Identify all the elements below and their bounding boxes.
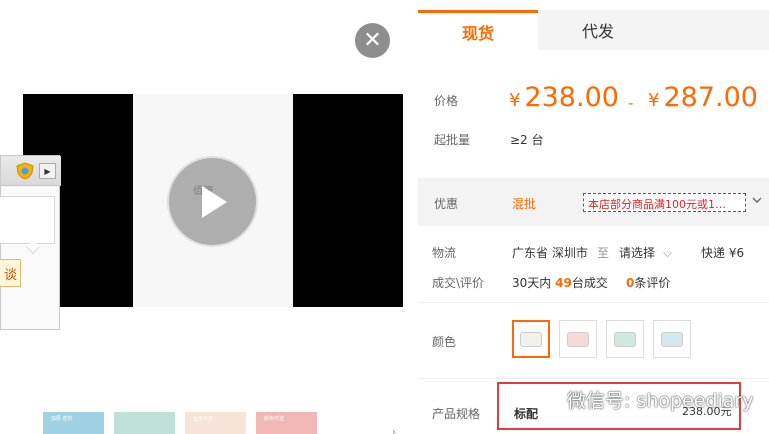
swatch-product-image — [520, 331, 542, 347]
shipping-origin: 广东省 深圳市 — [512, 246, 588, 260]
currency-symbol: ¥ — [509, 90, 521, 111]
thumbnail-caption: 加厚 密封 — [51, 416, 73, 422]
shipping-method: 快递 ¥6 — [701, 246, 745, 260]
swatch-product-image — [567, 331, 589, 347]
color-swatch[interactable] — [512, 320, 550, 358]
tab-in-stock[interactable]: 现货 — [418, 10, 538, 50]
popup-chat-button[interactable]: 谈 — [0, 259, 21, 287]
divider — [418, 378, 769, 379]
price-high: ¥287.00 — [648, 82, 758, 113]
promo-label: 优惠 — [434, 197, 459, 211]
chevron-down-icon: ⌵ — [663, 246, 673, 260]
promo-coupon[interactable]: 本店部分商品满100元或1… — [583, 193, 746, 212]
deals-label: 成交\评价 — [432, 276, 485, 290]
chevron-right-icon[interactable]: › — [392, 427, 396, 434]
currency-symbol: ¥ — [648, 90, 660, 111]
moq-value: ≥2 台 — [510, 133, 544, 147]
media-viewer: ✕ 佰源 ▶ 谈 加厚 密封全身水洗颜色可选 › — [0, 0, 410, 434]
price-row: 价格 ¥238.00 - ¥287.00 — [418, 80, 769, 120]
color-swatch[interactable] — [606, 320, 644, 358]
swatch-product-image — [661, 331, 683, 347]
product-panel: 现货 代发 价格 ¥238.00 - ¥287.00 起批量 ≥2 台 优惠 混… — [418, 0, 769, 434]
divider — [418, 302, 769, 303]
moq-label: 起批量 — [434, 133, 471, 147]
popup-message-input[interactable] — [0, 196, 55, 244]
swatch-product-image — [614, 331, 636, 347]
color-label: 颜色 — [432, 335, 457, 349]
price-separator: - — [628, 94, 634, 112]
spec-price: 238.00元 — [682, 405, 732, 418]
shipping-destination-select[interactable]: 请选择 ⌵ — [619, 244, 672, 261]
popup-titlebar: ▶ — [1, 156, 61, 186]
thumbnail[interactable]: 全身水洗 — [185, 412, 246, 434]
review-suffix: 条评价 — [634, 276, 671, 290]
thumbnail-strip: 加厚 密封 全身水洗 颜色可选 — [43, 412, 317, 434]
price-low: ¥238.00 — [509, 82, 619, 113]
thumbnail[interactable]: 加厚 密封 — [43, 412, 104, 434]
color-swatch[interactable] — [559, 320, 597, 358]
thumbnail[interactable]: 颜色可选 — [256, 412, 317, 434]
price-high-value: 287.00 — [663, 82, 758, 113]
promo-row: 优惠 混批 本店部分商品满100元或1… — [418, 178, 769, 226]
spec-name[interactable]: 标配 — [514, 405, 538, 422]
spec-label: 产品规格 — [432, 407, 481, 421]
shield-icon — [16, 162, 34, 180]
tab-bar: 现货 代发 — [418, 10, 769, 50]
video-letterbox-right — [293, 94, 403, 307]
price-low-value: 238.00 — [524, 82, 619, 113]
deals-value: 30天内 49台成交 — [512, 274, 608, 291]
deals-count: 49 — [555, 276, 572, 290]
deals-suffix: 台成交 — [571, 276, 608, 290]
chevron-down-icon[interactable] — [752, 194, 762, 207]
shipping-select-label: 请选择 — [619, 246, 656, 260]
color-swatches — [512, 320, 691, 358]
thumbnail[interactable] — [114, 412, 175, 434]
review-link[interactable]: 0条评价 — [626, 274, 670, 291]
shipping-label: 物流 — [432, 246, 457, 260]
chat-popup: ▶ 谈 — [0, 155, 61, 330]
thumbnail-caption: 颜色可选 — [264, 416, 285, 422]
thumbnail-caption: 全身水洗 — [193, 416, 214, 422]
promo-tag: 混批 — [512, 197, 537, 211]
price-label: 价格 — [434, 94, 459, 108]
deals-prefix: 30天内 — [512, 276, 552, 290]
close-icon[interactable]: ✕ — [355, 23, 390, 58]
play-icon[interactable] — [167, 156, 258, 247]
shipping-to-text: 至 — [597, 246, 610, 260]
popup-arrow-icon[interactable]: ▶ — [39, 163, 56, 179]
color-swatch[interactable] — [653, 320, 691, 358]
tab-dropship[interactable]: 代发 — [538, 10, 658, 50]
